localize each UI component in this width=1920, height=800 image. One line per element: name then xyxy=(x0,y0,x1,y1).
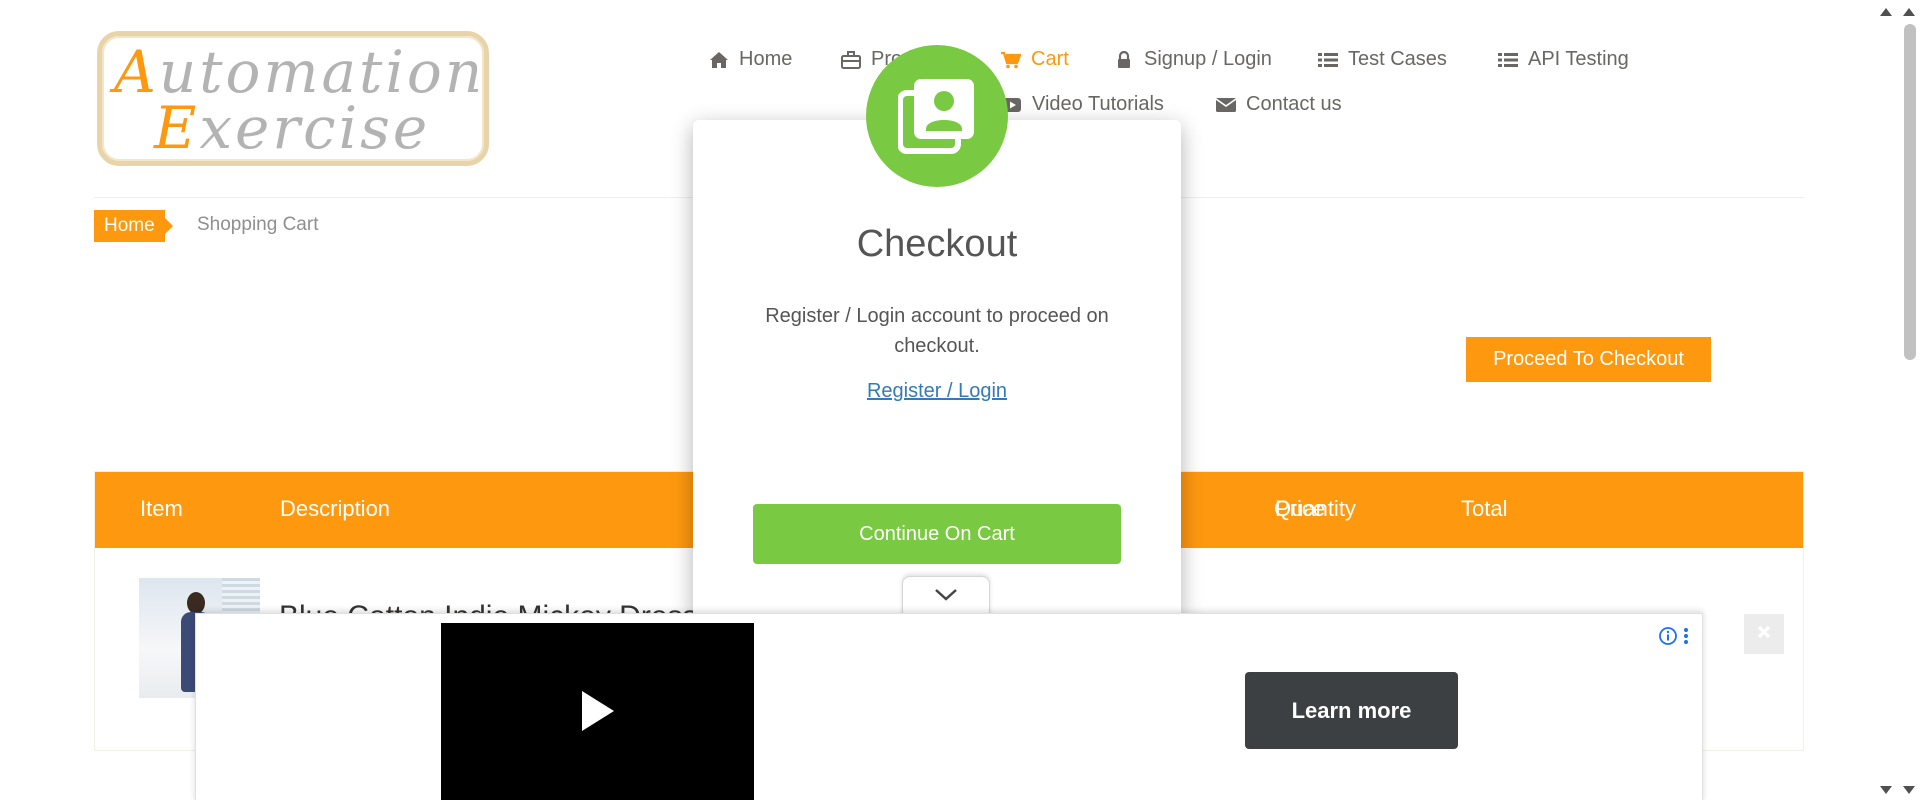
nav-label-video-tutorials: Video Tutorials xyxy=(1032,93,1164,115)
address-book-icon xyxy=(866,45,1008,187)
shopping-cart-icon xyxy=(1001,51,1021,69)
column-header-quantity: Quantity xyxy=(1274,496,1356,521)
column-header-total: Total xyxy=(1461,496,1508,521)
nav-item-signup-login[interactable]: Signup / Login xyxy=(1114,48,1272,71)
nav-item-contact-us[interactable]: Contact us xyxy=(1216,93,1342,116)
lock-icon xyxy=(1114,50,1134,69)
more-options-icon[interactable] xyxy=(1681,626,1691,646)
play-icon xyxy=(580,689,616,738)
nav-item-cart[interactable]: Cart xyxy=(1001,48,1069,71)
modal-title: Checkout xyxy=(856,223,1018,265)
briefcase-icon xyxy=(841,50,861,69)
page: Automation Exercise Home Products Cart S… xyxy=(0,0,1920,800)
nav-item-test-cases[interactable]: Test Cases xyxy=(1318,48,1447,71)
scroll-up-arrow-icon[interactable] xyxy=(1902,4,1916,22)
logo-line-2: Exercise xyxy=(154,94,431,162)
ad-collapse-button[interactable] xyxy=(902,576,990,618)
nav-item-home[interactable]: Home xyxy=(709,48,792,71)
site-logo[interactable]: Automation Exercise xyxy=(97,31,489,166)
column-header-description: Description xyxy=(280,496,391,521)
breadcrumb-home[interactable]: Home xyxy=(94,210,173,242)
envelope-icon xyxy=(1216,96,1236,114)
ad-banner: Learn more xyxy=(195,613,1703,800)
list-icon xyxy=(1318,51,1338,69)
nav-label-api-testing: API Testing xyxy=(1528,48,1629,70)
continue-on-cart-button[interactable]: Continue On Cart xyxy=(753,504,1121,564)
list-icon xyxy=(1498,51,1518,69)
nav-label-signup-login: Signup / Login xyxy=(1144,48,1272,70)
scroll-down-arrow-icon[interactable] xyxy=(1902,782,1916,800)
nav-label-test-cases: Test Cases xyxy=(1348,48,1447,70)
close-icon xyxy=(1756,624,1772,645)
chevron-down-icon xyxy=(934,588,958,607)
home-icon xyxy=(709,51,729,69)
scroll-up-arrow-icon[interactable] xyxy=(1879,4,1893,22)
scrollbar-thumb[interactable] xyxy=(1904,24,1916,360)
nav-label-home: Home xyxy=(739,48,793,70)
register-login-link[interactable]: Register / Login xyxy=(693,380,1181,403)
breadcrumb-current: Shopping Cart xyxy=(197,214,319,235)
info-icon[interactable] xyxy=(1658,626,1678,646)
column-header-item: Item xyxy=(140,496,183,521)
nav-label-contact-us: Contact us xyxy=(1246,93,1342,115)
ad-video-player[interactable] xyxy=(441,623,754,800)
modal-message: Register / Login account to proceed on c… xyxy=(765,305,1109,357)
ad-learn-more-button[interactable]: Learn more xyxy=(1245,672,1458,749)
nav-label-cart: Cart xyxy=(1031,48,1069,70)
ad-close-button[interactable] xyxy=(1744,614,1784,654)
scroll-down-arrow-icon[interactable] xyxy=(1879,782,1893,800)
nav-item-video-tutorials[interactable]: Video Tutorials xyxy=(1002,93,1164,116)
proceed-to-checkout-button[interactable]: Proceed To Checkout xyxy=(1466,337,1711,382)
nav-item-api-testing[interactable]: API Testing xyxy=(1498,48,1629,71)
